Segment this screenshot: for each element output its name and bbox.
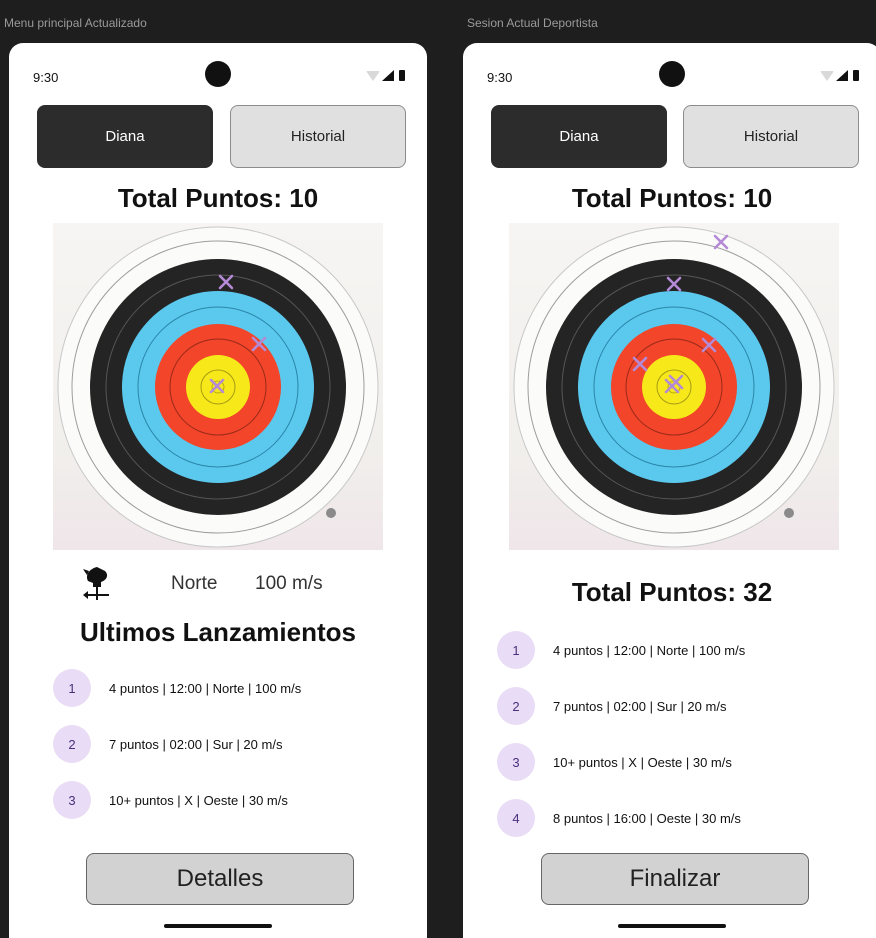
camera-cutout <box>205 61 231 87</box>
throw-details: 4 puntos | 12:00 | Norte | 100 m/s <box>553 642 746 658</box>
tab-historial[interactable]: Historial <box>683 105 859 168</box>
target-face-image <box>57 226 379 548</box>
list-item[interactable]: 3 10+ puntos | X | Oeste | 30 m/s <box>497 743 732 781</box>
session-total-points-title: Total Puntos: 32 <box>571 577 773 607</box>
status-time: 9:30 <box>487 70 513 85</box>
throw-number-badge: 1 <box>497 631 535 669</box>
list-item[interactable]: 3 10+ puntos | X | Oeste | 30 m/s <box>53 781 288 819</box>
battery-icon <box>853 70 859 81</box>
throw-number-badge: 4 <box>497 799 535 837</box>
list-item[interactable]: 2 7 puntos | 02:00 | Sur | 20 m/s <box>497 687 726 725</box>
wind-direction: Norte <box>171 573 218 594</box>
throw-details: 8 puntos | 16:00 | Oeste | 30 m/s <box>553 810 741 826</box>
throw-number-badge: 2 <box>497 687 535 725</box>
archery-target <box>53 223 383 550</box>
archery-target <box>509 223 839 550</box>
frame-label-session: Sesion Actual Deportista <box>467 16 598 30</box>
throw-number-badge: 3 <box>497 743 535 781</box>
throw-details: 7 puntos | 02:00 | Sur | 20 m/s <box>109 736 283 752</box>
wind-speed: 100 m/s <box>255 573 323 594</box>
wind-info: Norte 100 m/s <box>9 565 427 605</box>
finish-button[interactable]: Finalizar <box>541 853 809 905</box>
phone-screen-session: 9:30 Diana Historial Total Puntos: 10 To… <box>463 43 876 938</box>
list-item[interactable]: 2 7 puntos | 02:00 | Sur | 20 m/s <box>53 725 282 763</box>
phone-screen-menu: 9:30 Diana Historial Total Puntos: 10 No… <box>9 43 427 938</box>
signal-icon <box>836 70 848 81</box>
total-points-title: Total Puntos: 10 <box>117 183 319 213</box>
status-icons <box>820 70 859 81</box>
throw-number-badge: 1 <box>53 669 91 707</box>
throw-number-badge: 3 <box>53 781 91 819</box>
status-time: 9:30 <box>33 70 59 85</box>
total-points-title: Total Puntos: 10 <box>571 183 773 213</box>
throw-details: 10+ puntos | X | Oeste | 30 m/s <box>553 754 732 770</box>
wifi-icon <box>366 70 380 81</box>
signal-icon <box>382 70 394 81</box>
status-icons <box>366 70 405 81</box>
frame-label-menu: Menu principal Actualizado <box>4 16 147 30</box>
list-item[interactable]: 1 4 puntos | 12:00 | Norte | 100 m/s <box>497 631 745 669</box>
tab-historial[interactable]: Historial <box>230 105 406 168</box>
recent-throws-title: Ultimos Lanzamientos <box>80 617 356 647</box>
details-button[interactable]: Detalles <box>86 853 354 905</box>
home-indicator[interactable] <box>164 924 272 928</box>
wifi-icon <box>820 70 834 81</box>
tab-diana[interactable]: Diana <box>37 105 213 168</box>
throw-details: 10+ puntos | X | Oeste | 30 m/s <box>109 792 288 808</box>
list-item[interactable]: 4 8 puntos | 16:00 | Oeste | 30 m/s <box>497 799 741 837</box>
throw-details: 4 puntos | 12:00 | Norte | 100 m/s <box>109 680 302 696</box>
list-item[interactable]: 1 4 puntos | 12:00 | Norte | 100 m/s <box>53 669 301 707</box>
throw-number-badge: 2 <box>53 725 91 763</box>
weathervane-icon <box>83 567 109 600</box>
battery-icon <box>399 70 405 81</box>
camera-cutout <box>659 61 685 87</box>
target-face-image <box>513 226 835 548</box>
home-indicator[interactable] <box>618 924 726 928</box>
throw-details: 7 puntos | 02:00 | Sur | 20 m/s <box>553 698 727 714</box>
status-bar: 9:30 <box>9 43 427 103</box>
tab-diana[interactable]: Diana <box>491 105 667 168</box>
status-bar: 9:30 <box>463 43 876 103</box>
